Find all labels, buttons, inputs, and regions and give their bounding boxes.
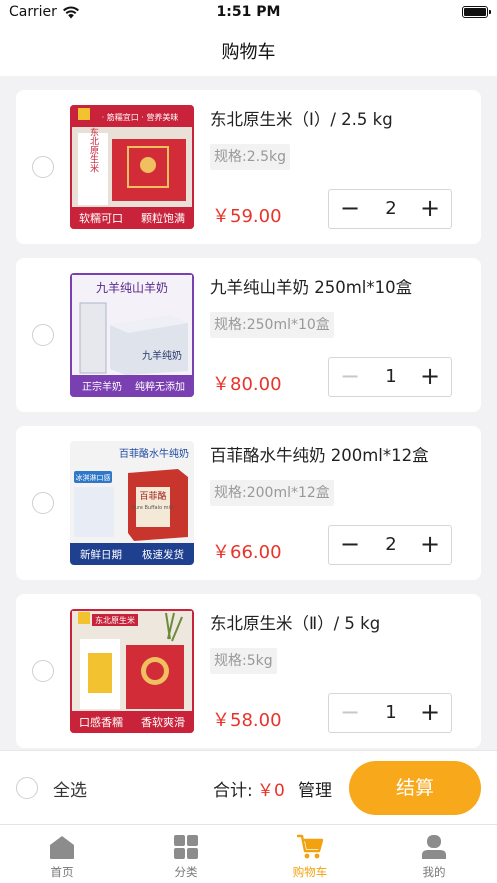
battery-icon xyxy=(462,6,491,18)
product-name[interactable]: 百菲酪水牛纯奶 200ml*12盒 xyxy=(210,442,429,466)
quantity-value[interactable]: 1 xyxy=(373,694,409,732)
nav-bar: 购物车 xyxy=(0,26,497,76)
thumb-top-tags: · 筋糯宜口 · 营养美味 xyxy=(102,112,179,122)
tab-home[interactable]: 首页 xyxy=(22,829,102,881)
thumb-box-text: 百菲酪 xyxy=(139,490,166,502)
product-image[interactable]: · 筋糯宜口 · 营养美味 东北原生米 软糯可口 颗粒饱满 xyxy=(70,105,194,229)
quantity-value[interactable]: 1 xyxy=(373,358,409,396)
product-name[interactable]: 东北原生米（Ⅱ）/ 5 kg xyxy=(210,610,380,634)
increment-button[interactable]: + xyxy=(417,526,443,564)
manage-button[interactable]: 管理 xyxy=(298,776,332,801)
total-value: ￥0 xyxy=(257,781,285,801)
quantity-value[interactable]: 2 xyxy=(373,526,409,564)
decrement-button[interactable]: − xyxy=(337,190,363,228)
thumb-banner-right: 纯粹无添加 xyxy=(135,380,185,393)
thumb-title: 百菲酪水牛纯奶 xyxy=(119,447,189,460)
product-name[interactable]: 九羊纯山羊奶 250ml*10盒 xyxy=(210,274,412,298)
increment-button[interactable]: + xyxy=(417,358,443,396)
tab-cart[interactable]: 购物车 xyxy=(270,829,350,881)
tab-category[interactable]: 分类 xyxy=(146,829,226,881)
product-price: ￥66.00 xyxy=(212,542,282,563)
product-price: ￥59.00 xyxy=(212,206,282,227)
thumb-banner-left: 新鲜日期 xyxy=(80,548,122,561)
product-image[interactable]: 东北原生米 口感香糯 香软爽滑 xyxy=(70,609,194,733)
thumb-banner-right: 香软爽滑 xyxy=(141,715,185,729)
item-checkbox[interactable] xyxy=(32,492,54,514)
cart-item: 东北原生米 口感香糯 香软爽滑 东北原生米（Ⅱ）/ 5 kg 规格:5kg ￥5… xyxy=(16,594,481,748)
item-checkbox[interactable] xyxy=(32,324,54,346)
select-all-label[interactable]: 全选 xyxy=(53,776,87,801)
thumb-title: 东北原生米 xyxy=(95,615,135,625)
thumb-title: 九羊纯山羊奶 xyxy=(96,280,168,295)
decrement-button[interactable]: − xyxy=(337,694,363,732)
user-icon xyxy=(422,835,446,859)
thumb-banner-left: 正宗羊奶 xyxy=(82,380,122,393)
thumb-banner-right: 颗粒饱满 xyxy=(141,211,185,225)
product-spec: 规格:5kg xyxy=(210,648,277,674)
thumb-box-text: 东北原生米 xyxy=(88,126,99,173)
thumb-tag: 冰淇淋口感 xyxy=(76,473,111,482)
product-image[interactable]: 百菲酪水牛纯奶 冰淇淋口感 百菲酪 Pure Buffalo milk 新鲜日期… xyxy=(70,441,194,565)
thumb-box-sub: Pure Buffalo milk xyxy=(132,505,175,511)
thumb-banner-left: 口感香糯 xyxy=(79,715,123,729)
quantity-stepper: − 2 + xyxy=(328,525,452,565)
tab-profile[interactable]: 我的 xyxy=(394,829,474,881)
tab-label: 我的 xyxy=(422,865,446,879)
product-name[interactable]: 东北原生米（Ⅰ）/ 2.5 kg xyxy=(210,106,393,130)
status-bar: Carrier 1:51 PM xyxy=(0,0,497,26)
item-checkbox[interactable] xyxy=(32,660,54,682)
cart-item: · 筋糯宜口 · 营养美味 东北原生米 软糯可口 颗粒饱满 东北原生米（Ⅰ）/ … xyxy=(16,90,481,244)
status-time: 1:51 PM xyxy=(216,4,281,20)
tab-bar: 首页 分类 购物车 我的 xyxy=(0,824,497,883)
quantity-stepper: − 2 + xyxy=(328,189,452,229)
checkout-button[interactable]: 结算 xyxy=(349,761,481,815)
cart-icon xyxy=(297,834,323,859)
decrement-button[interactable]: − xyxy=(337,526,363,564)
checkout-bar: 全选 合计: ￥0 管理 结算 xyxy=(0,750,497,824)
cart-item: 九羊纯山羊奶 九羊纯奶 正宗羊奶 纯粹无添加 九羊纯山羊奶 250ml*10盒 … xyxy=(16,258,481,412)
grid-icon xyxy=(174,835,198,859)
quantity-value[interactable]: 2 xyxy=(373,190,409,228)
select-all-checkbox[interactable] xyxy=(16,777,38,799)
product-price: ￥80.00 xyxy=(212,374,282,395)
quantity-stepper: − 1 + xyxy=(328,357,452,397)
total-label: 合计: xyxy=(213,781,253,801)
tab-label: 分类 xyxy=(174,865,198,879)
tab-label: 购物车 xyxy=(292,865,328,879)
quantity-stepper: − 1 + xyxy=(328,693,452,733)
cart-item: 百菲酪水牛纯奶 冰淇淋口感 百菲酪 Pure Buffalo milk 新鲜日期… xyxy=(16,426,481,580)
decrement-button[interactable]: − xyxy=(337,358,363,396)
thumb-banner-left: 软糯可口 xyxy=(79,211,123,225)
home-icon xyxy=(50,836,74,859)
product-spec: 规格:200ml*12盒 xyxy=(210,480,334,506)
thumb-box-text: 九羊纯奶 xyxy=(142,349,182,362)
product-spec: 规格:250ml*10盒 xyxy=(210,312,334,338)
page-title: 购物车 xyxy=(221,42,276,63)
product-spec: 规格:2.5kg xyxy=(210,144,290,170)
thumb-banner-right: 极速发货 xyxy=(142,548,184,561)
increment-button[interactable]: + xyxy=(417,694,443,732)
product-price: ￥58.00 xyxy=(212,710,282,731)
increment-button[interactable]: + xyxy=(417,190,443,228)
item-checkbox[interactable] xyxy=(32,156,54,178)
product-image[interactable]: 九羊纯山羊奶 九羊纯奶 正宗羊奶 纯粹无添加 xyxy=(70,273,194,397)
tab-label: 首页 xyxy=(50,865,74,879)
